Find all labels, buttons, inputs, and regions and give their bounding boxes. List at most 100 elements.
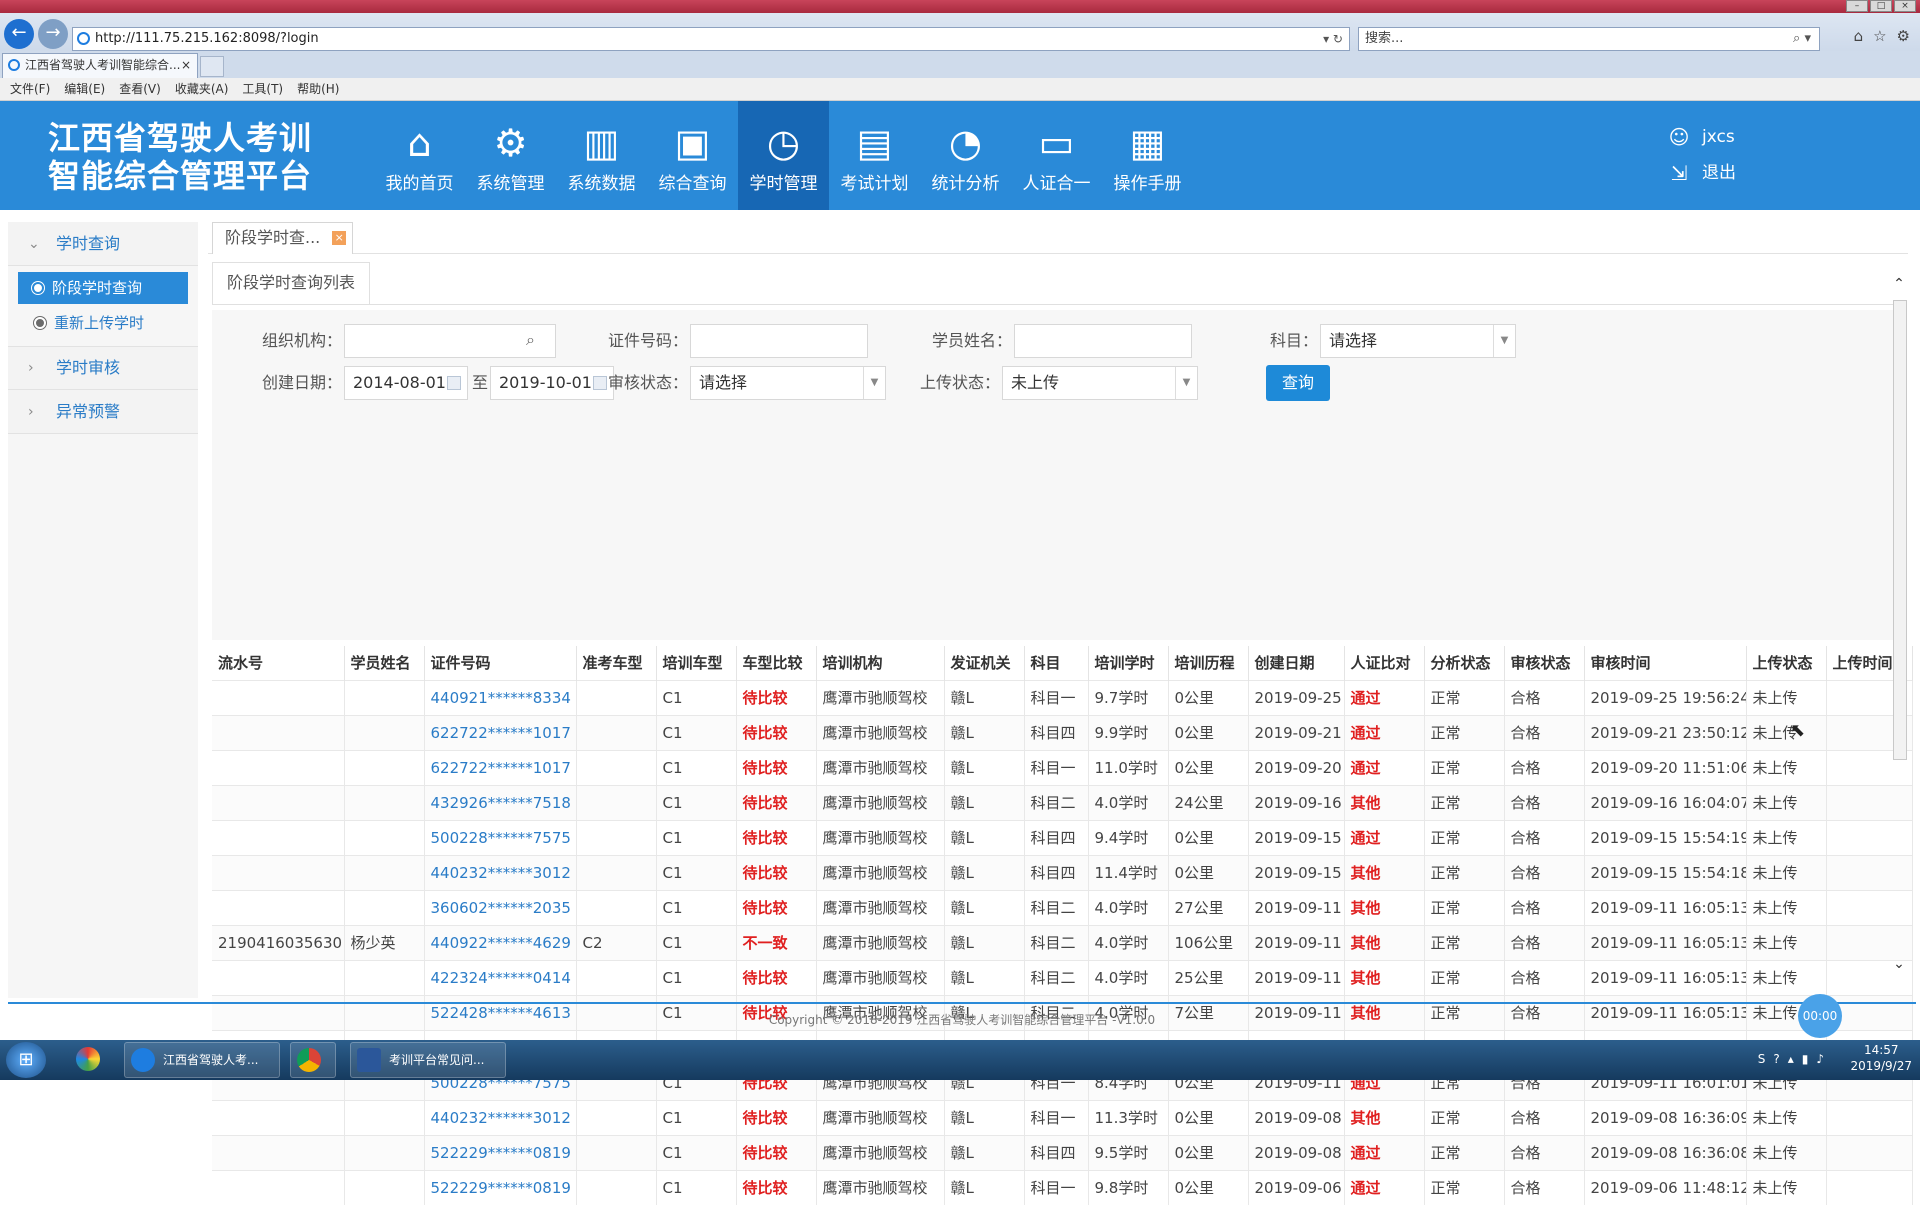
- id-number-link[interactable]: 432926******7518: [424, 784, 577, 820]
- timer-badge[interactable]: 00:00: [1798, 994, 1842, 1038]
- table-row[interactable]: 440232******3012 C1 待比较 鹰潭市驰顺驾校 赣L 科目一 11.3学时 0…: [212, 1099, 1913, 1135]
- start-button[interactable]: ⊞: [6, 1042, 46, 1078]
- id-number-link[interactable]: 440232******3012: [424, 1099, 577, 1135]
- date-from-field[interactable]: 2014-08-01: [344, 366, 468, 400]
- table-cell: 待比较: [736, 959, 817, 995]
- scrollbar-thumb[interactable]: [1893, 300, 1907, 760]
- table-row[interactable]: 500228******7575 C1 待比较 鹰潭市驰顺驾校 赣L 科目四 9.4学时 0公…: [212, 819, 1913, 855]
- nav-comprehensive-query[interactable]: ▣ 综合查询: [647, 101, 738, 210]
- id-number-link[interactable]: 440232******3012: [424, 854, 577, 890]
- new-tab-button[interactable]: [200, 56, 224, 77]
- volume-icon[interactable]: ♪: [1816, 1052, 1824, 1066]
- calendar-icon[interactable]: [447, 376, 461, 390]
- list-tab[interactable]: 阶段学时查询列表: [212, 262, 371, 304]
- menu-favorites[interactable]: 收藏夹(A): [175, 78, 229, 100]
- nav-home[interactable]: ⌂ 我的首页: [374, 101, 465, 210]
- id-number-link[interactable]: 422324******0414: [424, 959, 577, 995]
- menu-file[interactable]: 文件(F): [10, 78, 50, 100]
- page-tab-stage-query[interactable]: 阶段学时查... ×: [212, 222, 354, 254]
- table-row[interactable]: 432926******7518 C1 待比较 鹰潭市驰顺驾校 赣L 科目二 4.0学时 24…: [212, 784, 1913, 820]
- favorites-star-icon[interactable]: ☆: [1873, 27, 1886, 45]
- sidebar-group-study-query[interactable]: ⌄ 学时查询: [8, 222, 198, 266]
- table-row[interactable]: 422324******0414 C1 待比较 鹰潭市驰顺驾校 赣L 科目二 4.0学时 25…: [212, 959, 1913, 995]
- close-tab-icon[interactable]: ×: [181, 54, 191, 76]
- menu-tools[interactable]: 工具(T): [242, 78, 283, 100]
- table-row[interactable]: 622722******1017 C1 待比较 鹰潭市驰顺驾校 赣L 科目一 11.0学时 0…: [212, 749, 1913, 785]
- back-button[interactable]: ←: [4, 19, 34, 49]
- search-icon[interactable]: ⌕: [526, 330, 535, 350]
- table-cell: 合格: [1504, 819, 1585, 855]
- table-row[interactable]: 522229******0819 C1 待比较 鹰潭市驰顺驾校 赣L 科目四 9.5学时 0公…: [212, 1134, 1913, 1170]
- id-number-link[interactable]: 500228******7575: [424, 819, 577, 855]
- table-cell: 合格: [1504, 784, 1585, 820]
- table-cell: 正常: [1424, 819, 1505, 855]
- taskbar-word-window[interactable]: 考训平台常见问...: [350, 1042, 506, 1078]
- id-number-link[interactable]: 360602******2035: [424, 889, 577, 925]
- table-row[interactable]: 360602******2035 C1 待比较 鹰潭市驰顺驾校 赣L 科目二 4.0学时 27…: [212, 889, 1913, 925]
- search-icon[interactable]: ⌕ ▾: [1793, 28, 1811, 50]
- org-field[interactable]: [344, 324, 556, 358]
- close-window-button[interactable]: ×: [1894, 0, 1916, 12]
- audit-status-select[interactable]: 请选择 ▼: [690, 366, 886, 400]
- query-button[interactable]: 查询: [1266, 365, 1330, 401]
- taskbar-ie-window[interactable]: 江西省驾驶人考...: [124, 1042, 280, 1078]
- id-number-field[interactable]: [690, 324, 868, 358]
- sidebar-group-study-audit[interactable]: › 学时审核: [8, 346, 198, 390]
- id-number-link[interactable]: 440921******8334: [424, 679, 577, 715]
- logout-link[interactable]: ⇲ 退出: [1668, 155, 1736, 191]
- menu-help[interactable]: 帮助(H): [297, 78, 339, 100]
- nav-manual[interactable]: ▦ 操作手册: [1102, 101, 1193, 210]
- nav-statistics[interactable]: ◔ 统计分析: [920, 101, 1011, 210]
- subject-select[interactable]: 请选择 ▼: [1320, 324, 1516, 358]
- scroll-up-icon[interactable]: ⌃: [1890, 276, 1908, 292]
- menu-view[interactable]: 查看(V): [119, 78, 161, 100]
- id-number-link[interactable]: 522229******0819: [424, 1169, 577, 1205]
- table-row[interactable]: 2190416035630 杨少英 440922******4629 C2 C1 不一致鹰…: [212, 924, 1913, 960]
- logout-icon: ⇲: [1670, 161, 1688, 185]
- taskbar-chrome[interactable]: [290, 1042, 336, 1078]
- menu-edit[interactable]: 编辑(E): [64, 78, 105, 100]
- nav-system-data[interactable]: ▥ 系统数据: [556, 101, 647, 210]
- sidebar-item-stage-query[interactable]: 阶段学时查询: [18, 272, 188, 304]
- vertical-scrollbar[interactable]: ⌃ ⌄: [1890, 276, 1908, 976]
- home-icon[interactable]: ⌂: [1854, 27, 1864, 45]
- browser-tab[interactable]: 江西省驾驶人考训智能综合... ×: [2, 53, 198, 78]
- address-bar[interactable]: http://111.75.215.162:8098/?login ▾ ↻: [72, 27, 1350, 51]
- nav-exam-plan[interactable]: ▤ 考试计划: [829, 101, 920, 210]
- nav-id-verification[interactable]: ▭ 人证合一: [1011, 101, 1102, 210]
- close-icon[interactable]: ×: [332, 231, 347, 245]
- table-row[interactable]: 440232******3012 C1 待比较 鹰潭市驰顺驾校 赣L 科目四 11.4学时 0…: [212, 854, 1913, 890]
- student-name-field[interactable]: [1014, 324, 1192, 358]
- id-number-link[interactable]: 440922******4629: [424, 924, 577, 960]
- input-method-icon[interactable]: S: [1758, 1052, 1766, 1066]
- settings-gear-icon[interactable]: ⚙: [1897, 27, 1910, 45]
- sidebar-item-reupload[interactable]: 重新上传学时: [8, 304, 198, 342]
- table-row[interactable]: 440921******8334 C1 待比较 鹰潭市驰顺驾校 赣L 科目一 9.7学时 0公…: [212, 679, 1913, 715]
- forward-button[interactable]: →: [38, 19, 68, 49]
- network-icon[interactable]: ▮: [1802, 1052, 1809, 1066]
- browser-search-field[interactable]: 搜索... ⌕ ▾: [1358, 27, 1820, 51]
- table-cell: 合格: [1504, 1134, 1585, 1170]
- id-number-link[interactable]: 622722******1017: [424, 749, 577, 785]
- id-number-link[interactable]: 522229******0819: [424, 1134, 577, 1170]
- id-number-link[interactable]: 622722******1017: [424, 714, 577, 750]
- minimize-button[interactable]: –: [1846, 0, 1868, 12]
- clock[interactable]: 14:57 2019/9/27: [1850, 1042, 1912, 1074]
- nav-study-hours[interactable]: ◷ 学时管理: [738, 101, 829, 210]
- upload-status-select[interactable]: 未上传 ▼: [1002, 366, 1198, 400]
- refresh-icon[interactable]: ▾ ↻: [1323, 28, 1343, 50]
- sidebar-group-anomaly-alert[interactable]: › 异常预警: [8, 390, 198, 434]
- arrow-up-icon[interactable]: ▴: [1788, 1052, 1794, 1066]
- scroll-down-icon[interactable]: ⌄: [1890, 956, 1908, 972]
- maximize-button[interactable]: □: [1870, 0, 1892, 12]
- help-icon[interactable]: ?: [1773, 1052, 1779, 1066]
- table-row[interactable]: 622722******1017 C1 待比较 鹰潭市驰顺驾校 赣L 科目四 9.9学时 0公…: [212, 714, 1913, 750]
- table-row[interactable]: 522229******0819 C1 待比较 鹰潭市驰顺驾校 赣L 科目一 9.8学时 0公…: [212, 1169, 1913, 1205]
- nav-system-management[interactable]: ⚙ 系统管理: [465, 101, 556, 210]
- table-cell: C1: [656, 1134, 737, 1170]
- table-cell: 未上传: [1746, 959, 1827, 995]
- color-app-icon[interactable]: [70, 1042, 110, 1078]
- browser-menubar: 文件(F) 编辑(E) 查看(V) 收藏夹(A) 工具(T) 帮助(H): [0, 78, 1920, 101]
- table-cell: [576, 749, 657, 785]
- user-account[interactable]: ☺ jxcs: [1668, 119, 1736, 155]
